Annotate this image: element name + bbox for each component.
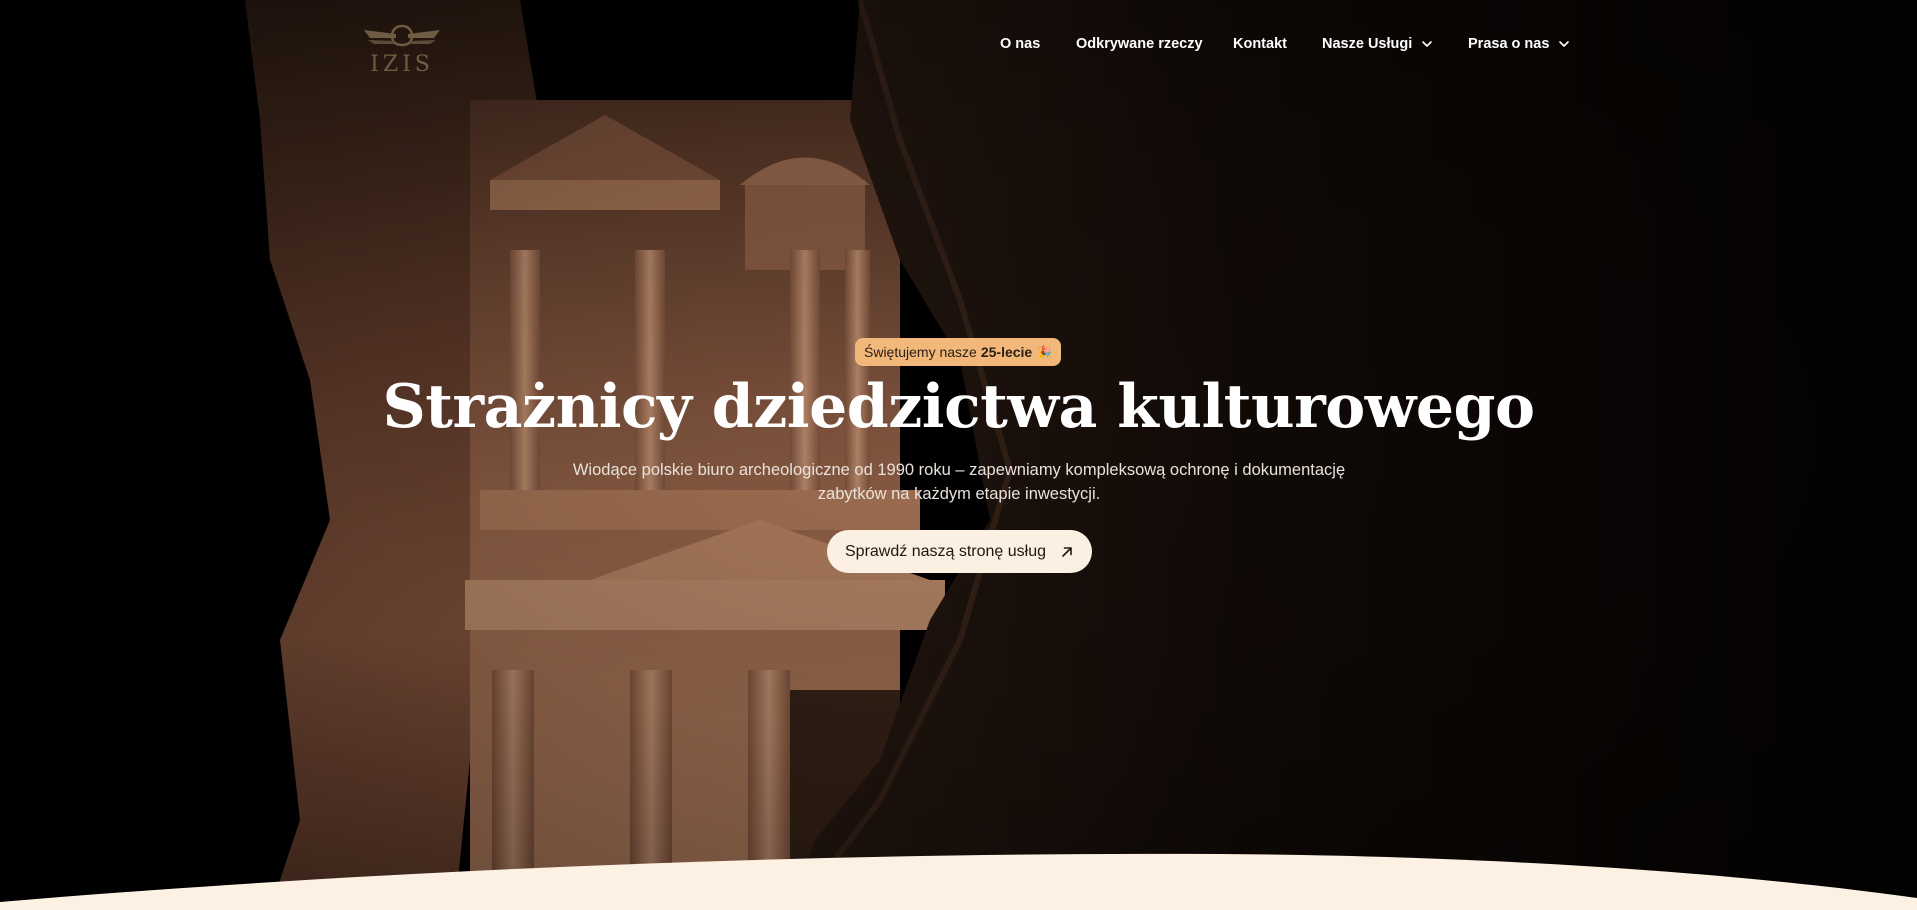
party-popper-icon: 🎉 [1037, 345, 1053, 359]
badge-highlight: 25-lecie [980, 344, 1033, 360]
hero-headline: Strażnicy dziedzictwa kulturowego [382, 372, 1535, 442]
hero-section: IZIS O nas Odkrywane rzeczy Kontakt Nasz… [0, 0, 1917, 910]
hero-subtitle: Wiodące polskie biuro archeologiczne od … [572, 461, 1346, 503]
arrow-up-right-icon [1062, 546, 1072, 557]
hero-content: Świętujemy nasze 25-lecie 🎉 Strażnicy dz… [0, 0, 1917, 910]
services-cta-button[interactable]: Sprawdź naszą stronę usług [827, 530, 1092, 573]
bottom-wave-divider [0, 853, 1917, 910]
cta-label: Sprawdź naszą stronę usług [845, 542, 1046, 560]
badge-text: Świętujemy nasze [864, 344, 977, 360]
anniversary-badge: Świętujemy nasze 25-lecie 🎉 [855, 338, 1062, 366]
